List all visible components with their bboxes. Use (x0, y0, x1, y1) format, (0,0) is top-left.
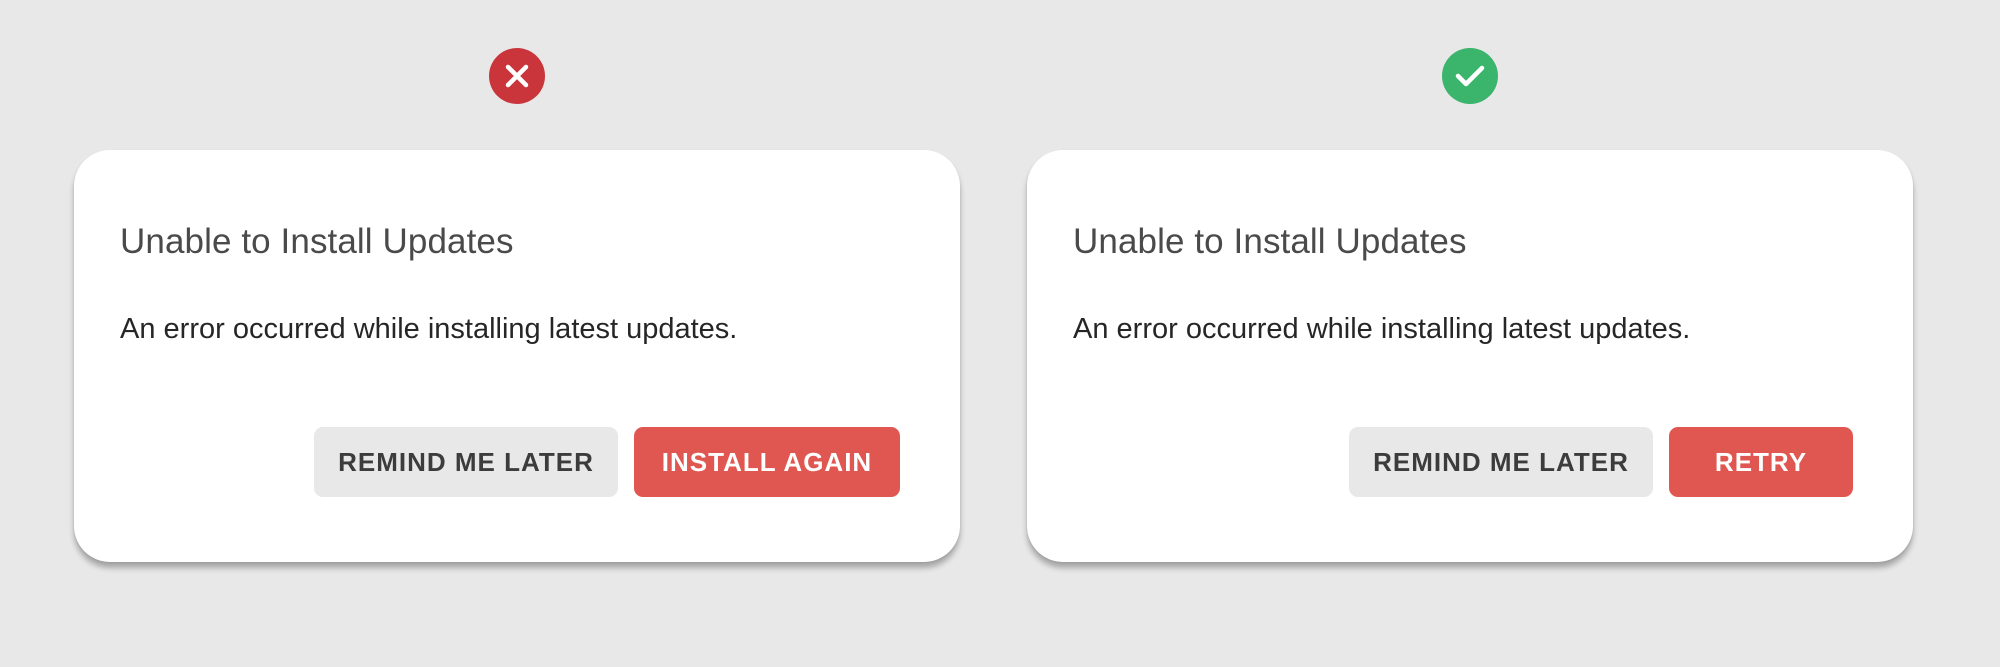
dialog-actions: REMIND ME LATER RETRY (1349, 427, 1853, 497)
remind-me-later-button[interactable]: REMIND ME LATER (1349, 427, 1653, 497)
cross-icon (489, 48, 545, 104)
dialog-actions: REMIND ME LATER INSTALL AGAIN (314, 427, 900, 497)
dialog-incorrect-example: Unable to Install Updates An error occur… (74, 150, 960, 562)
dialog-message: An error occurred while installing lates… (120, 313, 738, 345)
checkmark-icon (1442, 48, 1498, 104)
dialog-title: Unable to Install Updates (120, 222, 514, 261)
retry-button[interactable]: RETRY (1669, 427, 1853, 497)
dialog-correct-example: Unable to Install Updates An error occur… (1027, 150, 1913, 562)
install-again-button[interactable]: INSTALL AGAIN (634, 427, 900, 497)
dialog-title: Unable to Install Updates (1073, 222, 1467, 261)
remind-me-later-button[interactable]: REMIND ME LATER (314, 427, 618, 497)
dialog-message: An error occurred while installing lates… (1073, 313, 1691, 345)
